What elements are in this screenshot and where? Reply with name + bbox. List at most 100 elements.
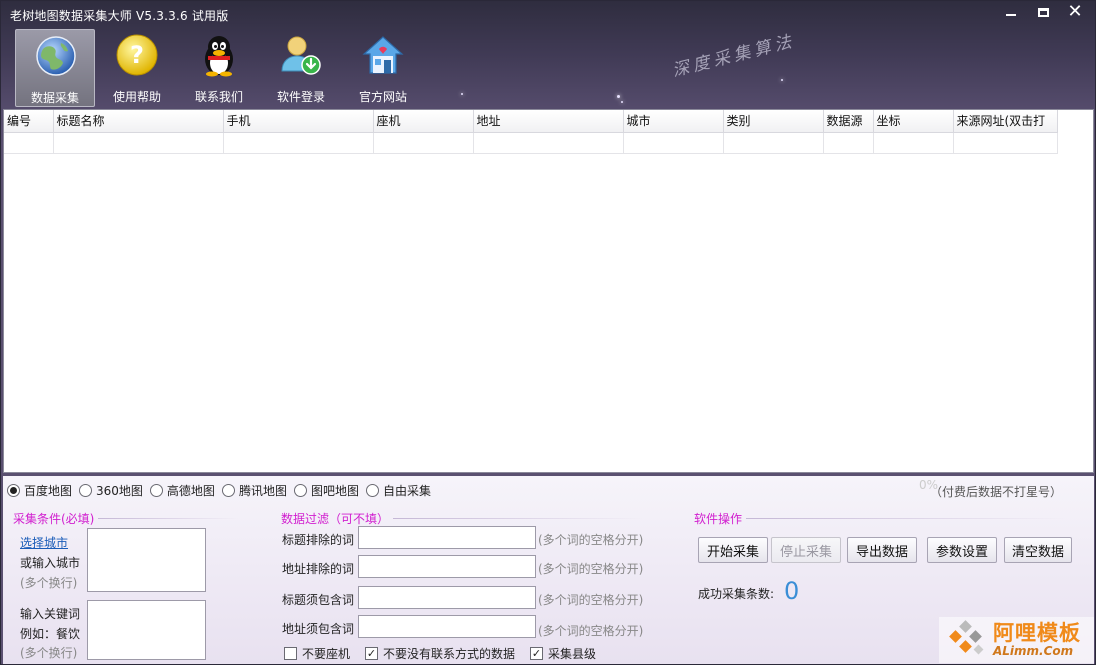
- radio-mapbar[interactable]: 图吧地图: [293, 482, 359, 499]
- filter-hint: (多个词的空格分开): [538, 624, 644, 638]
- checkbox-empty-icon: [284, 647, 297, 660]
- site-watermark: 阿哩模板 ALimm.Com: [939, 617, 1094, 663]
- toolbar-contact[interactable]: 联系我们: [179, 29, 259, 107]
- column-header-address[interactable]: 地址: [473, 110, 624, 133]
- toolbar-label: 使用帮助: [112, 90, 161, 104]
- checkbox-no-landline[interactable]: 不要座机: [284, 645, 350, 662]
- column-header-id[interactable]: 编号: [4, 110, 54, 133]
- watermark-logo-icon: [949, 620, 984, 655]
- checkmark-icon: ✓: [530, 647, 543, 660]
- checkmark-icon: ✓: [365, 647, 378, 660]
- keyword-label: 输入关键词: [20, 607, 81, 621]
- column-header-phone[interactable]: 座机: [373, 110, 474, 133]
- column-header-mobile[interactable]: 手机: [223, 110, 374, 133]
- globe-icon: [36, 36, 76, 76]
- main-toolbar: 数据采集 ? 使用帮助 联系我们 软件登录 官方网站: [15, 29, 425, 107]
- question-icon: ?: [116, 34, 158, 76]
- operations-section-title: 软件操作: [694, 510, 1067, 527]
- column-header-url[interactable]: 来源网址(双击打: [953, 110, 1058, 133]
- paid-note: （付费后数据不打星号）: [929, 485, 1062, 499]
- city-textarea[interactable]: [87, 528, 206, 592]
- filter-title-include-label: 标题须包含词: [282, 593, 355, 607]
- choose-city-link[interactable]: 选择城市: [20, 534, 68, 551]
- close-icon: ✕: [1067, 1, 1083, 22]
- qq-penguin-icon: [205, 36, 233, 77]
- results-table: 编号 标题名称 手机 座机 地址 城市 类别 数据源 坐标 来源网址(双击打: [4, 110, 1058, 154]
- settings-button[interactable]: 参数设置: [927, 537, 997, 563]
- or-input-city-label: 或输入城市: [20, 556, 81, 570]
- start-collect-button[interactable]: 开始采集: [698, 537, 768, 563]
- window-title: 老树地图数据采集大师 V5.3.3.6 试用版: [10, 9, 229, 23]
- keyword-textarea[interactable]: [87, 600, 206, 660]
- column-header-coords[interactable]: 坐标: [873, 110, 954, 133]
- table-row[interactable]: [4, 132, 1058, 154]
- column-header-city[interactable]: 城市: [623, 110, 724, 133]
- source-radio-group: 百度地图 360地图 高德地图 腾讯地图 图吧地图 自由采集: [7, 482, 438, 499]
- toolbar-label: 数据采集: [30, 91, 79, 105]
- keyword-example: 例如：餐饮: [20, 627, 81, 641]
- toolbar-help[interactable]: ? 使用帮助: [97, 29, 177, 107]
- toolbar-label: 官方网站: [358, 90, 407, 104]
- maximize-button[interactable]: [1027, 1, 1059, 23]
- slogan-text: 深度采集算法: [670, 31, 798, 82]
- city-multiline-hint: (多个换行): [20, 576, 78, 590]
- column-header-source[interactable]: 数据源: [823, 110, 874, 133]
- table-header-row: 编号 标题名称 手机 座机 地址 城市 类别 数据源 坐标 来源网址(双击打: [4, 110, 1058, 133]
- checkbox-county-level[interactable]: ✓ 采集县级: [530, 645, 596, 662]
- toolbar-label: 联系我们: [194, 90, 243, 104]
- radio-free-collect[interactable]: 自由采集: [365, 482, 431, 499]
- filter-address-exclude-input[interactable]: [358, 555, 536, 578]
- radio-tencent-map[interactable]: 腾讯地图: [221, 482, 287, 499]
- svg-text:?: ?: [130, 41, 144, 69]
- stop-collect-button[interactable]: 停止采集: [771, 537, 841, 563]
- filter-address-include-input[interactable]: [358, 615, 536, 638]
- minimize-icon: [1006, 14, 1016, 16]
- radio-amap[interactable]: 高德地图: [149, 482, 215, 499]
- house-icon: [362, 36, 404, 74]
- sparkle: [781, 79, 783, 81]
- minimize-button[interactable]: [995, 1, 1027, 23]
- results-grid[interactable]: 编号 标题名称 手机 座机 地址 城市 类别 数据源 坐标 来源网址(双击打: [3, 109, 1094, 473]
- keyword-multiline-hint: (多个换行): [20, 646, 78, 660]
- window-controls: ✕: [995, 1, 1091, 23]
- radio-empty-icon: [149, 484, 163, 497]
- conditions-section-title: 采集条件(必填): [13, 510, 239, 527]
- success-count-label: 成功采集条数:: [698, 587, 775, 601]
- radio-empty-icon: [221, 484, 235, 497]
- sparkle: [621, 101, 623, 103]
- radio-empty-icon: [79, 484, 93, 497]
- user-download-icon: [281, 36, 321, 75]
- watermark-text: 阿哩模板: [993, 620, 1081, 645]
- radio-baidu-map[interactable]: 百度地图: [7, 482, 72, 499]
- radio-empty-icon: [365, 484, 379, 497]
- filter-title-include-input[interactable]: [358, 586, 536, 609]
- filter-hint: (多个词的空格分开): [538, 533, 644, 547]
- app-window: 老树地图数据采集大师 V5.3.3.6 试用版 ✕ 数据采集 ? 使用帮助 联系…: [0, 0, 1096, 665]
- export-data-button[interactable]: 导出数据: [847, 537, 917, 563]
- toolbar-website[interactable]: 官方网站: [343, 29, 423, 107]
- close-button[interactable]: ✕: [1059, 1, 1091, 23]
- filters-section-title: 数据过滤（可不填）: [281, 510, 644, 527]
- toolbar-login[interactable]: 软件登录: [261, 29, 341, 107]
- sparkle: [461, 93, 463, 95]
- filter-title-exclude-input[interactable]: [358, 526, 536, 549]
- clear-data-button[interactable]: 清空数据: [1004, 537, 1072, 563]
- column-header-category[interactable]: 类别: [723, 110, 824, 133]
- radio-360-map[interactable]: 360地图: [79, 482, 143, 499]
- filter-title-exclude-label: 标题排除的词: [282, 533, 355, 547]
- filter-address-include-label: 地址须包含词: [282, 622, 355, 636]
- filter-address-exclude-label: 地址排除的词: [282, 562, 355, 576]
- radio-empty-icon: [293, 484, 307, 497]
- watermark-subtext: ALimm.Com: [993, 643, 1074, 658]
- title-bar: 老树地图数据采集大师 V5.3.3.6 试用版 ✕: [1, 1, 1095, 27]
- filter-hint: (多个词的空格分开): [538, 593, 644, 607]
- column-header-title[interactable]: 标题名称: [53, 110, 224, 133]
- maximize-icon: [1037, 7, 1049, 17]
- radio-selected-icon: [7, 484, 20, 497]
- toolbar-label: 软件登录: [276, 90, 325, 104]
- checkbox-require-contact[interactable]: ✓ 不要没有联系方式的数据: [365, 645, 515, 662]
- sparkle: [617, 95, 620, 98]
- control-panel: 百度地图 360地图 高德地图 腾讯地图 图吧地图 自由采集 0% （付费后数据…: [3, 476, 1094, 664]
- filter-hint: (多个词的空格分开): [538, 562, 644, 576]
- toolbar-data-collect[interactable]: 数据采集: [15, 29, 95, 107]
